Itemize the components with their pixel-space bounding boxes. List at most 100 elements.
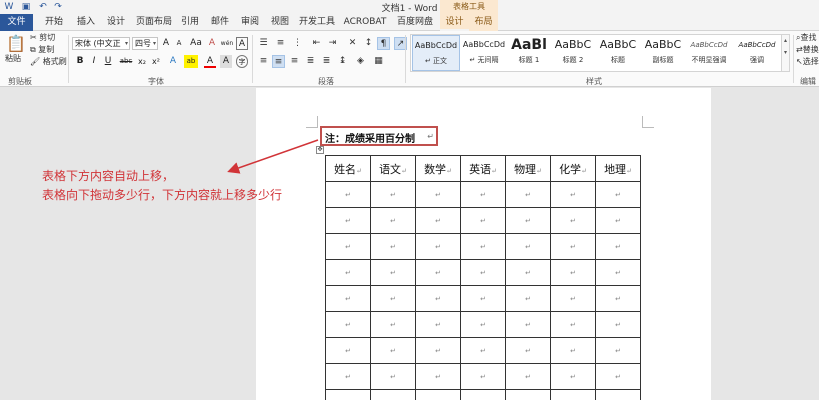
table-cell[interactable]: ↵: [460, 207, 506, 234]
font-color-button[interactable]: A: [204, 55, 216, 68]
numbering-icon[interactable]: ≡: [274, 37, 287, 50]
multilevel-list-icon[interactable]: ⋮: [291, 37, 304, 50]
style-heading-2[interactable]: AaBbC 标题 2: [551, 35, 595, 71]
align-right-icon[interactable]: ≡: [288, 55, 301, 68]
table-cell[interactable]: ↵: [595, 311, 641, 338]
table-cell[interactable]: ↵: [370, 233, 416, 260]
table-cell[interactable]: ↵: [505, 259, 551, 286]
chevron-down-icon[interactable]: ▾: [784, 49, 787, 56]
style-subtitle[interactable]: AaBbC 副标题: [641, 35, 685, 71]
table-cell[interactable]: ↵: [595, 207, 641, 234]
table-cell[interactable]: ↵: [325, 363, 371, 390]
table-cell[interactable]: ↵: [505, 285, 551, 312]
style-emphasis[interactable]: AaBbCcDd 强调: [733, 35, 781, 71]
table-cell[interactable]: ↵: [325, 207, 371, 234]
tab-references[interactable]: 引用: [176, 14, 204, 31]
borders-icon[interactable]: ▦: [372, 55, 385, 68]
style-title[interactable]: AaBbC 标题: [595, 35, 641, 71]
table-cell[interactable]: ↵: [415, 181, 461, 208]
text-effects-button[interactable]: A: [167, 55, 179, 68]
table-cell[interactable]: ↵: [550, 389, 596, 400]
distributed-icon[interactable]: ≣: [320, 55, 333, 68]
table-cell[interactable]: ↵: [415, 285, 461, 312]
character-shading-button[interactable]: A: [220, 55, 232, 68]
header-cell[interactable]: 物理↵: [505, 155, 551, 182]
table-move-handle[interactable]: ✥: [316, 146, 324, 154]
align-center-icon[interactable]: ≡: [272, 55, 285, 68]
table-cell[interactable]: ↵: [550, 285, 596, 312]
note-text[interactable]: 注：成绩采用百分制: [325, 130, 415, 145]
table-cell[interactable]: ↵: [505, 181, 551, 208]
bold-button[interactable]: B: [74, 55, 86, 68]
table-cell[interactable]: ↵: [505, 389, 551, 400]
tab-mailings[interactable]: 邮件: [206, 14, 234, 31]
format-painter-button[interactable]: 🖌 格式刷: [30, 56, 67, 68]
table-cell[interactable]: ↵: [370, 337, 416, 364]
header-cell[interactable]: 语文↵: [370, 155, 416, 182]
table-cell[interactable]: ↵: [325, 311, 371, 338]
tab-insert[interactable]: 插入: [72, 14, 100, 31]
justify-icon[interactable]: ≣: [304, 55, 317, 68]
tab-table-layout[interactable]: 布局: [469, 14, 498, 31]
style-subtle-emphasis[interactable]: AaBbCcDd 不明显强调: [685, 35, 733, 71]
table-cell[interactable]: ↵: [595, 233, 641, 260]
style-heading-1[interactable]: AaBl 标题 1: [507, 35, 551, 71]
chinese-layout-icon[interactable]: ✕: [346, 37, 359, 50]
font-name-combo[interactable]: 宋体 (中文正 ▾: [72, 37, 130, 50]
table-cell[interactable]: ↵: [415, 207, 461, 234]
table-cell[interactable]: ↵: [325, 389, 371, 400]
table-cell[interactable]: ↵: [460, 233, 506, 260]
table-cell[interactable]: ↵: [325, 233, 371, 260]
table-cell[interactable]: ↵: [505, 311, 551, 338]
table-cell[interactable]: ↵: [370, 285, 416, 312]
shading-icon[interactable]: ◈: [354, 55, 367, 68]
table-cell[interactable]: ↵: [370, 259, 416, 286]
underline-button[interactable]: U: [102, 55, 114, 68]
table-cell[interactable]: ↵: [460, 363, 506, 390]
tab-baidu-netdisk[interactable]: 百度网盘: [392, 14, 438, 31]
table-cell[interactable]: ↵: [370, 311, 416, 338]
phonetic-guide-button[interactable]: wén: [220, 37, 234, 50]
subscript-button[interactable]: x₂: [136, 55, 148, 68]
header-cell[interactable]: 英语↵: [460, 155, 506, 182]
tab-acrobat[interactable]: ACROBAT: [341, 14, 389, 31]
table-cell[interactable]: ↵: [505, 233, 551, 260]
tab-developer[interactable]: 开发工具: [297, 14, 337, 31]
table-cell[interactable]: ↵: [550, 233, 596, 260]
header-cell[interactable]: 地理↵: [595, 155, 641, 182]
highlight-button[interactable]: ab: [184, 55, 198, 68]
table-cell[interactable]: ↵: [460, 259, 506, 286]
tab-review[interactable]: 审阅: [236, 14, 264, 31]
superscript-button[interactable]: x²: [150, 55, 162, 68]
style-normal[interactable]: AaBbCcDd ↵ 正文: [412, 35, 460, 71]
grow-font-button[interactable]: A: [160, 37, 172, 50]
header-cell[interactable]: 化学↵: [550, 155, 596, 182]
strikethrough-button[interactable]: abc: [118, 55, 134, 68]
table-cell[interactable]: ↵: [550, 311, 596, 338]
decrease-indent-icon[interactable]: ⇤: [310, 37, 323, 50]
tab-view[interactable]: 视图: [266, 14, 294, 31]
tab-home[interactable]: 开始: [40, 14, 68, 31]
tab-table-design[interactable]: 设计: [440, 14, 469, 31]
table-cell[interactable]: ↵: [370, 363, 416, 390]
style-no-spacing[interactable]: AaBbCcDd ↵ 无间隔: [461, 35, 507, 71]
table-cell[interactable]: ↵: [550, 181, 596, 208]
tab-file[interactable]: 文件: [0, 14, 33, 31]
line-spacing-icon[interactable]: ↨: [336, 55, 349, 68]
table-cell[interactable]: ↵: [415, 233, 461, 260]
change-case-button[interactable]: Aa: [188, 37, 204, 50]
show-marks-icon[interactable]: ¶: [377, 37, 390, 50]
styles-scroll[interactable]: ▴ ▾: [782, 34, 790, 72]
table-cell[interactable]: ↵: [415, 259, 461, 286]
table-cell[interactable]: ↵: [505, 337, 551, 364]
table-cell[interactable]: ↵: [595, 285, 641, 312]
table-cell[interactable]: ↵: [505, 363, 551, 390]
table-cell[interactable]: ↵: [595, 181, 641, 208]
table-cell[interactable]: ↵: [370, 207, 416, 234]
italic-button[interactable]: I: [88, 55, 100, 68]
sort-icon[interactable]: ↕: [362, 37, 375, 50]
table-cell[interactable]: ↵: [505, 207, 551, 234]
bullets-icon[interactable]: ☰: [257, 37, 270, 50]
increase-indent-icon[interactable]: ⇥: [326, 37, 339, 50]
table-cell[interactable]: ↵: [595, 389, 641, 400]
